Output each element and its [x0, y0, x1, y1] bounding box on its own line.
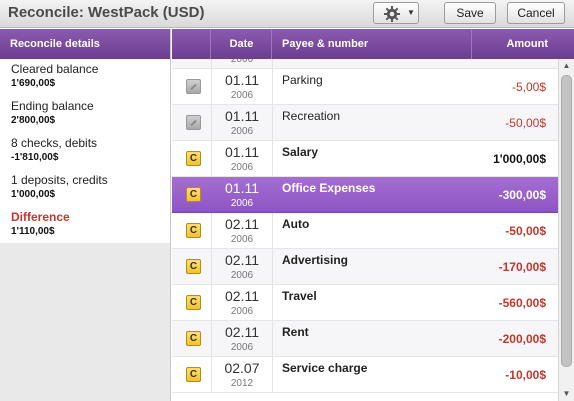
scrollbar-thumb[interactable]: [561, 75, 572, 367]
row-year: 2012: [230, 378, 254, 389]
row-date: 01.11: [225, 180, 259, 196]
gear-icon: [384, 6, 400, 22]
cleared-checkbox[interactable]: [186, 115, 201, 130]
row-amount: -5,00$: [511, 80, 546, 94]
transactions-panel: Date Payee & number Amount 2006 01.11 20…: [172, 29, 574, 401]
ending-balance: Ending balance 2'800,00$: [0, 96, 170, 133]
cleared-balance: Cleared balance 1'690,00$: [0, 59, 170, 96]
row-amount: 1'000,00$: [493, 152, 546, 166]
row-payee: Auto: [282, 217, 310, 231]
difference: Difference 1'110,00$: [0, 207, 170, 244]
scroll-up-arrow-icon[interactable]: ▲: [559, 59, 574, 73]
row-year: 2006: [230, 306, 254, 317]
window-title: Reconcile: WestPack (USD): [8, 4, 205, 21]
cleared-checkbox[interactable]: C: [186, 259, 201, 274]
chevron-down-icon: ▼: [407, 8, 415, 17]
table-row[interactable]: 01.11 2006 Parking -5,00$: [172, 69, 558, 105]
column-header-amount[interactable]: Amount: [473, 29, 558, 59]
row-amount: -50,00$: [505, 224, 546, 238]
row-year: 2006: [230, 126, 254, 137]
reconcile-details-panel: Reconcile details Cleared balance 1'690,…: [0, 29, 171, 401]
cleared-balance-value: 1'690,00$: [11, 78, 56, 89]
row-date: 02.11: [225, 288, 259, 304]
row-payee: Parking: [282, 73, 323, 87]
table-row[interactable]: C 02.07 2012 Service charge -10,00$: [172, 357, 558, 393]
row-amount: -50,00$: [505, 116, 546, 130]
row-payee: Travel: [282, 289, 317, 303]
table-row[interactable]: 01.11 2006 Recreation -50,00$: [172, 105, 558, 141]
cleared-checkbox[interactable]: C: [186, 331, 201, 346]
save-button[interactable]: Save: [444, 2, 496, 24]
cancel-button[interactable]: Cancel: [507, 2, 565, 24]
difference-value: 1'110,00$: [11, 226, 55, 237]
row-amount: -200,00$: [498, 332, 546, 346]
column-header-payee[interactable]: Payee & number: [273, 29, 472, 59]
row-year: 2006: [230, 342, 254, 353]
cleared-checkbox[interactable]: C: [186, 187, 201, 202]
row-date: 02.11: [225, 324, 259, 340]
checks-debits-value: -1'810,00$: [11, 152, 59, 163]
row-date: 01.11: [225, 144, 259, 160]
cleared-balance-label: Cleared balance: [11, 62, 99, 76]
row-payee: Salary: [282, 145, 319, 159]
cleared-checkbox[interactable]: C: [186, 151, 201, 166]
row-date: 02.11: [225, 216, 259, 232]
row-year: 2006: [230, 162, 254, 173]
table-row[interactable]: C 02.11 2006 Advertising -170,00$: [172, 249, 558, 285]
cleared-checkbox[interactable]: [186, 79, 201, 94]
row-date: 01.11: [225, 108, 259, 124]
table-row[interactable]: C 01.11 2006 Salary 1'000,00$: [172, 141, 558, 177]
table-row[interactable]: C 02.11 2006 Auto -50,00$: [172, 213, 558, 249]
column-header-status[interactable]: [172, 29, 211, 59]
transactions-list: 2006 01.11 2006 Parking -5,00$ 01.11 200…: [172, 59, 558, 401]
table-row[interactable]: C 02.11 2006 Rent -200,00$: [172, 321, 558, 357]
difference-label: Difference: [11, 210, 70, 224]
table-header: Date Payee & number Amount: [172, 29, 574, 59]
ending-balance-label: Ending balance: [11, 99, 94, 113]
row-year: 2006: [230, 270, 254, 281]
row-date: 02.07: [224, 360, 260, 376]
row-payee: Recreation: [282, 109, 341, 123]
checks-debits: 8 checks, debits -1'810,00$: [0, 133, 170, 170]
row-amount: -560,00$: [498, 296, 546, 310]
deposits-credits-label: 1 deposits, credits: [11, 173, 108, 187]
row-date: 02.11: [225, 252, 259, 268]
row-payee: Office Expenses: [282, 181, 376, 195]
ending-balance-value: 2'800,00$: [11, 115, 56, 126]
table-row-selected[interactable]: C 01.11 2006 Office Expenses -300,00$: [172, 177, 558, 213]
row-year: 2006: [230, 90, 254, 101]
table-row[interactable]: C 02.11 2006 Travel -560,00$: [172, 285, 558, 321]
cleared-checkbox[interactable]: C: [186, 223, 201, 238]
vertical-scrollbar[interactable]: ▲ ▼: [558, 59, 574, 401]
settings-menu-button[interactable]: ▼: [373, 2, 419, 24]
left-panel-empty-area: [0, 243, 170, 401]
scroll-down-arrow-icon[interactable]: ▼: [559, 387, 574, 401]
row-payee: Rent: [282, 325, 309, 339]
row-year: 2006: [230, 198, 254, 209]
row-date: 01.11: [225, 72, 259, 88]
row-year: 2006: [230, 234, 254, 245]
row-year: 2006: [230, 59, 254, 65]
row-payee: Service charge: [282, 361, 368, 375]
row-amount: -10,00$: [505, 368, 546, 382]
deposits-credits-value: 1'000,00$: [11, 189, 56, 200]
column-header-date[interactable]: Date: [212, 29, 272, 59]
deposits-credits: 1 deposits, credits 1'000,00$: [0, 170, 170, 207]
cleared-checkbox[interactable]: C: [186, 295, 201, 310]
reconcile-details-header: Reconcile details: [0, 29, 170, 59]
row-amount: -300,00$: [498, 188, 546, 202]
row-payee: Advertising: [282, 253, 349, 267]
table-row[interactable]: 2006: [172, 59, 558, 69]
row-amount: -170,00$: [498, 260, 546, 274]
checks-debits-label: 8 checks, debits: [11, 136, 98, 150]
cleared-checkbox[interactable]: C: [186, 367, 201, 382]
toolbar: Reconcile: WestPack (USD) ▼ Save Cancel: [0, 0, 574, 28]
